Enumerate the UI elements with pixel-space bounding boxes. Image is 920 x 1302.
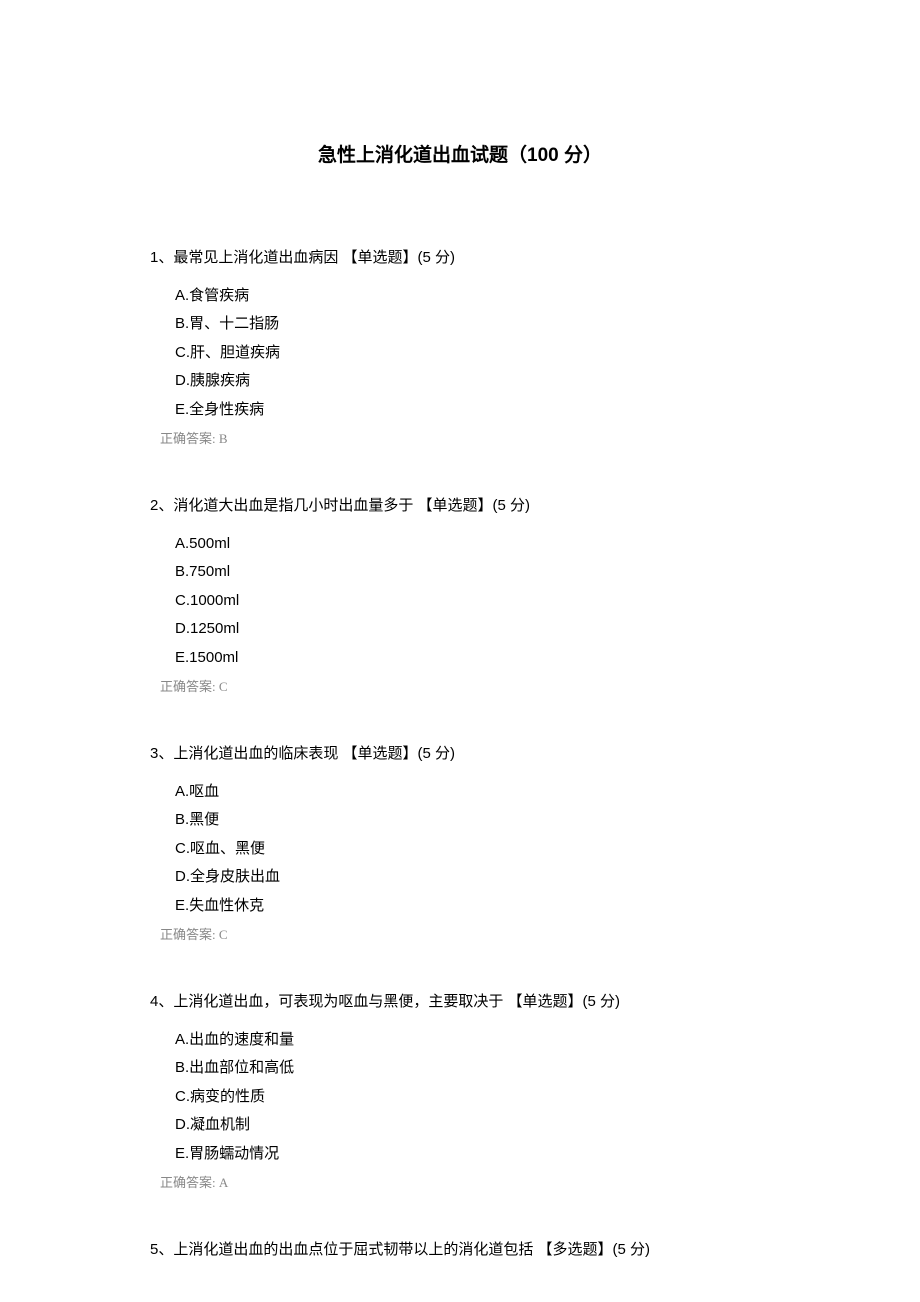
question-points: (5 分): [583, 993, 621, 1010]
options-list: A.食管疾病 B.胃、十二指肠 C.肝、胆道疾病 D.胰腺疾病 E.全身性疾病: [150, 282, 770, 425]
question-type: 【单选题】: [343, 249, 418, 266]
answer-line: 正确答案: A: [150, 1172, 770, 1191]
question-points: (5 分): [418, 745, 456, 762]
option-item: C.肝、胆道疾病: [175, 339, 770, 368]
option-item: A.500ml: [175, 530, 770, 559]
option-item: D.全身皮肤出血: [175, 863, 770, 892]
option-item: E.胃肠蠕动情况: [175, 1140, 770, 1169]
option-item: C.1000ml: [175, 587, 770, 616]
question-block: 4、上消化道出血，可表现为呕血与黑便，主要取决于 【单选题】(5 分) A.出血…: [150, 991, 770, 1191]
question-number: 5、: [150, 1241, 173, 1258]
question-block: 3、上消化道出血的临床表现 【单选题】(5 分) A.呕血 B.黑便 C.呕血、…: [150, 743, 770, 943]
question-number: 2、: [150, 497, 173, 514]
option-item: B.黑便: [175, 806, 770, 835]
answer-value: B: [219, 431, 228, 446]
option-item: B.胃、十二指肠: [175, 310, 770, 339]
question-text: 3、上消化道出血的临床表现 【单选题】(5 分): [150, 743, 770, 766]
option-item: B.出血部位和高低: [175, 1054, 770, 1083]
question-number: 3、: [150, 745, 173, 762]
answer-label: 正确答案:: [160, 431, 219, 446]
options-list: A.呕血 B.黑便 C.呕血、黑便 D.全身皮肤出血 E.失血性休克: [150, 778, 770, 921]
option-item: A.呕血: [175, 778, 770, 807]
page-title: 急性上消化道出血试题（100 分）: [150, 140, 770, 167]
option-item: A.出血的速度和量: [175, 1026, 770, 1055]
option-item: D.1250ml: [175, 615, 770, 644]
question-number: 4、: [150, 993, 173, 1010]
question-content: 上消化道出血的出血点位于屈式韧带以上的消化道包括: [173, 1241, 537, 1258]
question-text: 4、上消化道出血，可表现为呕血与黑便，主要取决于 【单选题】(5 分): [150, 991, 770, 1014]
question-type: 【单选题】: [508, 993, 583, 1010]
option-item: E.全身性疾病: [175, 396, 770, 425]
answer-value: C: [219, 927, 228, 942]
answer-value: A: [219, 1175, 228, 1190]
answer-label: 正确答案:: [160, 927, 219, 942]
option-item: C.呕血、黑便: [175, 835, 770, 864]
question-type: 【多选题】: [538, 1241, 613, 1258]
answer-line: 正确答案: C: [150, 676, 770, 695]
question-content: 消化道大出血是指几小时出血量多于: [173, 497, 417, 514]
question-points: (5 分): [613, 1241, 651, 1258]
question-type: 【单选题】: [418, 497, 493, 514]
question-block: 5、上消化道出血的出血点位于屈式韧带以上的消化道包括 【多选题】(5 分): [150, 1239, 770, 1262]
option-item: D.凝血机制: [175, 1111, 770, 1140]
question-content: 最常见上消化道出血病因: [173, 249, 342, 266]
question-block: 2、消化道大出血是指几小时出血量多于 【单选题】(5 分) A.500ml B.…: [150, 495, 770, 695]
question-text: 2、消化道大出血是指几小时出血量多于 【单选题】(5 分): [150, 495, 770, 518]
question-number: 1、: [150, 249, 173, 266]
option-item: D.胰腺疾病: [175, 367, 770, 396]
answer-label: 正确答案:: [160, 679, 219, 694]
question-points: (5 分): [418, 249, 456, 266]
question-text: 1、最常见上消化道出血病因 【单选题】(5 分): [150, 247, 770, 270]
question-type: 【单选题】: [343, 745, 418, 762]
options-list: A.出血的速度和量 B.出血部位和高低 C.病变的性质 D.凝血机制 E.胃肠蠕…: [150, 1026, 770, 1169]
question-content: 上消化道出血的临床表现: [173, 745, 342, 762]
question-block: 1、最常见上消化道出血病因 【单选题】(5 分) A.食管疾病 B.胃、十二指肠…: [150, 247, 770, 447]
answer-label: 正确答案:: [160, 1175, 219, 1190]
options-list: A.500ml B.750ml C.1000ml D.1250ml E.1500…: [150, 530, 770, 673]
answer-value: C: [219, 679, 228, 694]
option-item: C.病变的性质: [175, 1083, 770, 1112]
answer-line: 正确答案: C: [150, 924, 770, 943]
option-item: B.750ml: [175, 558, 770, 587]
question-content: 上消化道出血，可表现为呕血与黑便，主要取决于: [173, 993, 507, 1010]
option-item: E.1500ml: [175, 644, 770, 673]
answer-line: 正确答案: B: [150, 428, 770, 447]
option-item: E.失血性休克: [175, 892, 770, 921]
question-text: 5、上消化道出血的出血点位于屈式韧带以上的消化道包括 【多选题】(5 分): [150, 1239, 770, 1262]
option-item: A.食管疾病: [175, 282, 770, 311]
question-points: (5 分): [493, 497, 531, 514]
